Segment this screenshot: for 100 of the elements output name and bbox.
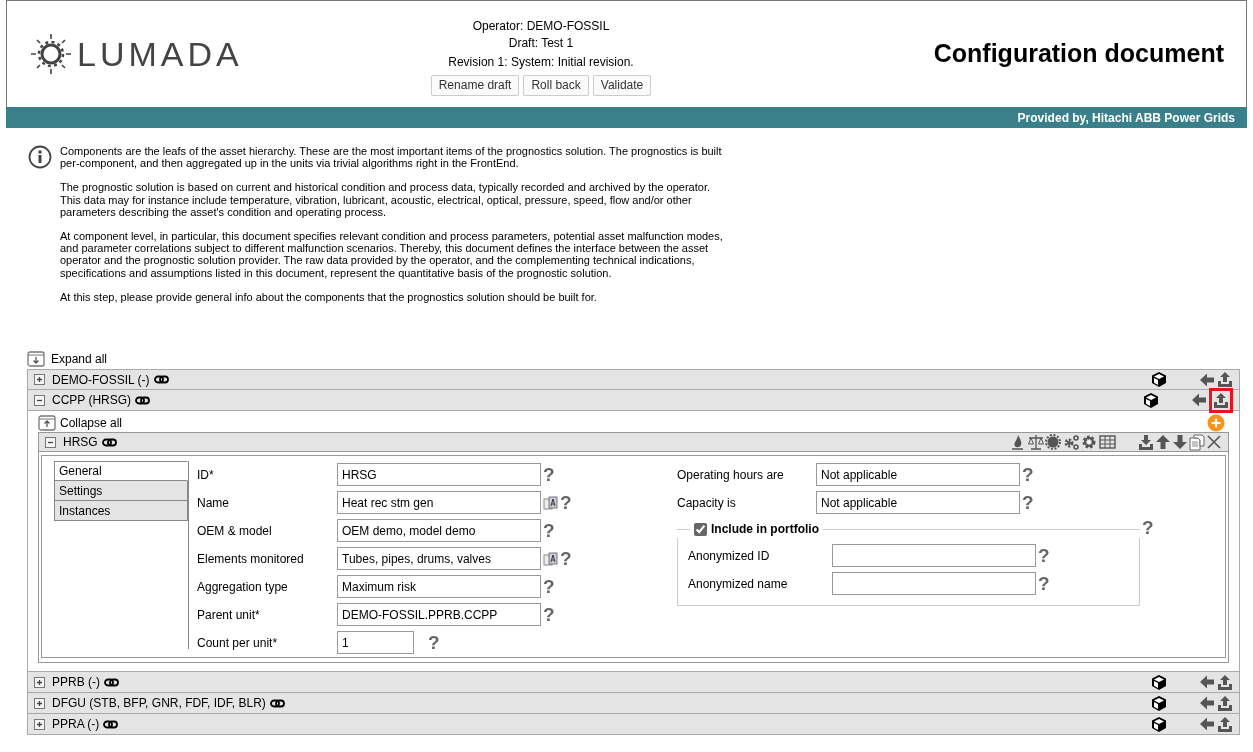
expand-icon[interactable]: [34, 676, 45, 688]
arrow-down-icon[interactable]: [1172, 433, 1188, 451]
flame-icon[interactable]: [1009, 434, 1026, 450]
help-icon[interactable]: ?: [543, 577, 555, 596]
help-icon[interactable]: ?: [543, 465, 555, 484]
link-icon[interactable]: [269, 698, 285, 708]
download-icon[interactable]: [1138, 433, 1154, 451]
page-title: Configuration document: [933, 38, 1224, 70]
help-icon[interactable]: ?: [1022, 493, 1034, 512]
provider-text: Provided by, Hitachi ABB Power Grids: [1017, 109, 1235, 127]
expand-all-link[interactable]: Expand all: [51, 350, 108, 368]
input-field[interactable]: DEMO-FOSSIL.PPRB.CCPP: [337, 603, 541, 626]
settings-icon[interactable]: [1081, 434, 1098, 450]
toolbar-button[interactable]: Roll back: [523, 75, 589, 96]
arrow-left-icon[interactable]: [1191, 392, 1207, 408]
help-icon[interactable]: ?: [543, 521, 555, 540]
cube-icon[interactable]: [1151, 694, 1167, 712]
unit-label: CCPP (HRSG): [52, 392, 132, 409]
unit-label: DEMO-FOSSIL (-): [52, 371, 150, 389]
tab[interactable]: Settings: [54, 481, 188, 501]
link-icon[interactable]: [103, 719, 119, 729]
unit-row[interactable]: PPRB (-): [27, 672, 1240, 693]
collapse-icon[interactable]: [45, 436, 56, 448]
gears-icon[interactable]: [1063, 434, 1080, 450]
cube-icon[interactable]: [1151, 715, 1167, 733]
input-field[interactable]: Not applicable: [816, 463, 1020, 486]
collapse-all-link[interactable]: Collapse all: [60, 413, 123, 432]
expand-icon[interactable]: [34, 718, 45, 730]
field-label: Operating hours are: [677, 466, 785, 484]
cube-icon[interactable]: [1151, 371, 1167, 388]
toolbar-button[interactable]: Rename draft: [430, 75, 520, 96]
toolbar-button[interactable]: Validate: [592, 75, 652, 96]
field-label: Parent unit*: [197, 606, 261, 624]
checkbox-label: Include in portfolio: [711, 521, 819, 538]
unit-row[interactable]: CCPP (HRSG): [27, 390, 1240, 411]
input-field[interactable]: Maximum risk: [337, 575, 541, 598]
input-field[interactable]: Tubes, pipes, drums, valves: [337, 547, 541, 570]
input-field[interactable]: [832, 572, 1036, 595]
field-label: Aggregation type: [197, 578, 289, 596]
table-icon[interactable]: [1099, 434, 1116, 450]
upload-icon[interactable]: [1217, 673, 1233, 691]
arrow-left-icon[interactable]: [1199, 674, 1215, 690]
field-label: Name: [197, 494, 230, 512]
expand-all-icon[interactable]: [27, 350, 45, 368]
operator-label: Operator: DEMO-FOSSIL: [472, 18, 610, 35]
scales-icon[interactable]: [1027, 434, 1044, 450]
arrow-left-icon[interactable]: [1199, 695, 1215, 711]
include-checkbox[interactable]: [694, 522, 707, 536]
unit-label: DFGU (STB, BFP, GNR, FDF, IDF, BLR): [52, 695, 266, 712]
link-icon[interactable]: [135, 395, 151, 405]
revision-label: Revision 1: System: Initial revision.: [448, 54, 634, 71]
close-icon[interactable]: [1206, 433, 1222, 451]
help-icon[interactable]: ?: [428, 633, 440, 652]
expand-icon[interactable]: [34, 374, 45, 385]
logo-icon: [29, 32, 73, 76]
link-icon[interactable]: [153, 375, 169, 384]
help-icon[interactable]: ?: [1022, 465, 1034, 484]
upload-icon[interactable]: [1217, 694, 1233, 712]
help-icon[interactable]: ?: [1038, 546, 1050, 565]
expand-icon[interactable]: [34, 697, 45, 709]
info-paragraph: The prognostic solution is based on current and historical condition and process data, typically recorded and archived by the operator. This data may for instance include temperature, vibration, lubricant, acoustic, electrical, optical, pressure, speed, flow and/or other parameters describing the asset's condition and operating process.: [60, 181, 711, 218]
input-field[interactable]: OEM demo, model demo: [337, 519, 541, 542]
unit-row[interactable]: DFGU (STB, BFP, GNR, FDF, IDF, BLR): [27, 693, 1240, 714]
component-row[interactable]: HRSG: [38, 432, 1229, 452]
input-field[interactable]: HRSG: [337, 463, 541, 486]
collapse-icon[interactable]: [34, 394, 45, 406]
help-icon[interactable]: ?: [560, 493, 572, 512]
collapse-all-icon[interactable]: [38, 413, 56, 432]
input-field[interactable]: 1: [337, 631, 414, 654]
arrow-left-icon[interactable]: [1199, 716, 1215, 732]
help-icon[interactable]: ?: [1142, 518, 1154, 606]
link-icon[interactable]: [101, 437, 117, 447]
link-icon[interactable]: [104, 677, 119, 687]
upload-icon[interactable]: [1217, 371, 1233, 388]
upload-icon[interactable]: [1209, 387, 1233, 413]
help-icon[interactable]: ?: [543, 605, 555, 624]
input-field[interactable]: Not applicable: [816, 491, 1020, 514]
tab[interactable]: Instances: [54, 501, 188, 521]
cube-icon[interactable]: [1143, 391, 1159, 409]
arrow-up-icon[interactable]: [1155, 433, 1171, 451]
tab[interactable]: General: [54, 461, 188, 481]
draft-label: Draft: Test 1: [508, 35, 574, 52]
translate-icon[interactable]: [543, 495, 558, 510]
arrow-left-icon[interactable]: [1199, 371, 1215, 388]
input-field[interactable]: Heat rec stm gen: [337, 491, 541, 514]
upload-icon[interactable]: [1217, 715, 1233, 733]
field-label: Anonymized ID: [688, 547, 771, 565]
unit-row[interactable]: DEMO-FOSSIL (-): [27, 369, 1240, 390]
unit-row[interactable]: PPRA (-): [27, 714, 1240, 735]
translate-icon[interactable]: [543, 551, 558, 566]
input-field[interactable]: [832, 544, 1036, 567]
info-paragraph: At this step, please provide general info about the components that the prognostics solution should be built for.: [60, 290, 598, 304]
field-label: Anonymized name: [688, 575, 789, 593]
burst-icon[interactable]: [1045, 434, 1062, 450]
field-label: Count per unit*: [197, 634, 279, 652]
help-icon[interactable]: ?: [560, 549, 572, 568]
field-label: Capacity is: [677, 494, 737, 512]
help-icon[interactable]: ?: [1038, 574, 1050, 593]
cube-icon[interactable]: [1151, 673, 1167, 691]
copy-icon[interactable]: [1189, 433, 1205, 451]
